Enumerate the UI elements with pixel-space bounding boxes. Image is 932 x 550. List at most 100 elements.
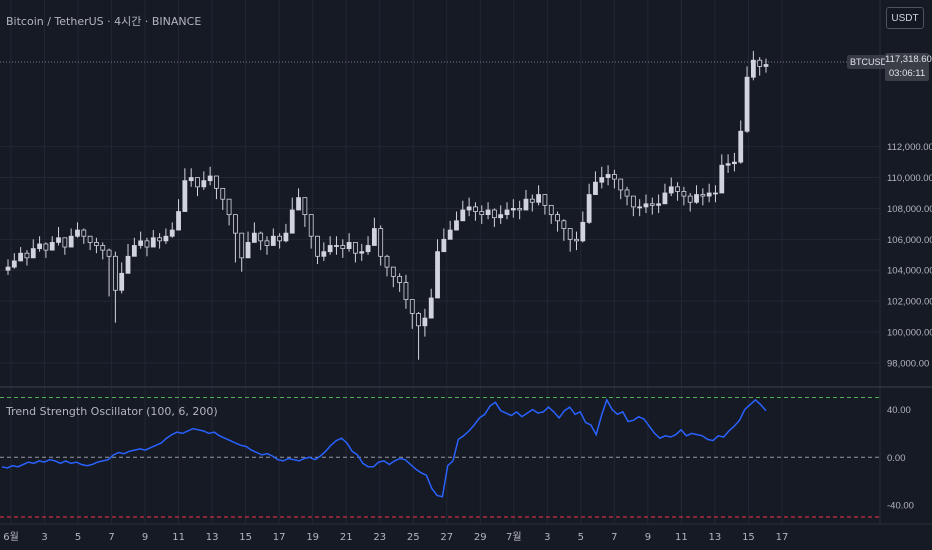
time-tick-label: 11 [172, 532, 185, 543]
candle-body [466, 206, 472, 211]
candle-body [239, 232, 245, 259]
time-tick-label: 3 [41, 532, 47, 543]
candle-body [378, 228, 384, 257]
candle-body [49, 242, 55, 251]
chart-canvas[interactable]: 98,000.00 100,000.00 102,000.00 104,000.00 1… [0, 0, 932, 550]
candle-body [371, 228, 377, 246]
candle-body [605, 174, 611, 178]
candle-body [68, 235, 74, 248]
last-price-badge: 117,318.60 03:06:11 [885, 53, 932, 81]
candle-body [188, 177, 194, 182]
candle-body [586, 194, 592, 223]
time-tick-label: 13 [709, 532, 722, 543]
chart-background [0, 0, 932, 550]
candle-body [403, 282, 409, 300]
price-tick-label: 98,000.00 [887, 358, 929, 369]
currency-button[interactable]: USDT [886, 7, 924, 29]
candle-body [447, 229, 453, 240]
candle-body [94, 242, 99, 246]
candle-body [567, 228, 573, 240]
price-tick-label: 106,000.00 [887, 235, 932, 246]
candle-body [561, 220, 567, 229]
candle-body [321, 251, 327, 257]
candle-body [618, 178, 624, 191]
candle-body [675, 186, 680, 192]
candle-body [656, 203, 662, 206]
candle-body [75, 229, 80, 237]
candle-body [30, 248, 36, 259]
candle-body [479, 211, 485, 216]
price-tick-label: 108,000.00 [887, 204, 932, 215]
price-tick-label: 112,000.00 [887, 142, 932, 153]
candle-body [277, 235, 283, 242]
candle-body [289, 209, 295, 234]
candle-body [713, 192, 718, 195]
candle-body [390, 266, 396, 277]
candle-body [131, 245, 137, 257]
candle-body [428, 297, 434, 319]
indicator-title: Trend Strength Oscillator (100, 6, 200) [6, 405, 218, 418]
candle-body [630, 195, 636, 208]
time-tick-label: 11 [675, 532, 688, 543]
candle-body [125, 255, 131, 274]
candle-body [485, 209, 491, 216]
candle-body [270, 235, 276, 246]
time-tick-label: 13 [206, 532, 219, 543]
candle-body [346, 242, 352, 249]
candle-body [498, 214, 504, 219]
candle-body [441, 238, 447, 253]
candle-body [454, 220, 459, 231]
time-tick-label: 15 [239, 532, 252, 543]
candle-body [18, 252, 24, 262]
candle-body [353, 242, 358, 254]
candle-body [763, 64, 769, 67]
candle-body [529, 198, 535, 203]
candle-body [409, 299, 415, 314]
candle-body [138, 240, 144, 246]
candle-body [106, 249, 112, 257]
time-tick-label: 17 [776, 532, 789, 543]
candle-body [359, 251, 365, 254]
price-tick-label: 104,000.00 [887, 266, 932, 277]
chart-title: Bitcoin / TetherUS · 4시간 · BINANCE [6, 15, 202, 28]
candle-body [732, 161, 737, 165]
candle-body [144, 240, 150, 248]
candle-body [612, 174, 617, 180]
candle-body [100, 245, 106, 251]
candle-body [315, 235, 320, 257]
candle-body [24, 252, 30, 259]
candle-body [5, 266, 11, 271]
time-tick-label: 7 [108, 532, 114, 543]
candle-body [334, 245, 339, 247]
price-tick-label: 102,000.00 [887, 297, 932, 308]
time-tick-label: 9 [142, 532, 148, 543]
candle-body [750, 59, 756, 78]
time-tick-label: 27 [440, 532, 453, 543]
candle-body [504, 209, 510, 216]
candle-body [220, 187, 226, 200]
time-tick-label: 15 [742, 532, 755, 543]
candle-body [637, 206, 643, 209]
candle-body [681, 191, 687, 197]
candle-body [542, 194, 548, 206]
candle-body [11, 260, 17, 268]
time-tick-label: 5 [75, 532, 81, 543]
time-tick-label: 7월 [506, 531, 522, 543]
candle-body [150, 237, 156, 248]
time-tick-label: 7 [611, 532, 617, 543]
candle-body [548, 204, 554, 216]
candle-body [43, 243, 49, 251]
time-tick-label: 23 [373, 532, 386, 543]
candle-body [176, 211, 181, 231]
candle-body [226, 198, 232, 216]
candle-body [700, 194, 706, 197]
candle-body [517, 208, 523, 211]
bar-countdown: 03:06:11 [888, 68, 926, 79]
time-tick-label: 3 [544, 532, 550, 543]
time-tick-label: 29 [474, 532, 487, 543]
candle-body [157, 237, 163, 242]
candle-body [251, 232, 257, 243]
candle-body [169, 229, 175, 237]
candle-body [491, 209, 497, 219]
time-tick-label: 21 [340, 532, 353, 543]
